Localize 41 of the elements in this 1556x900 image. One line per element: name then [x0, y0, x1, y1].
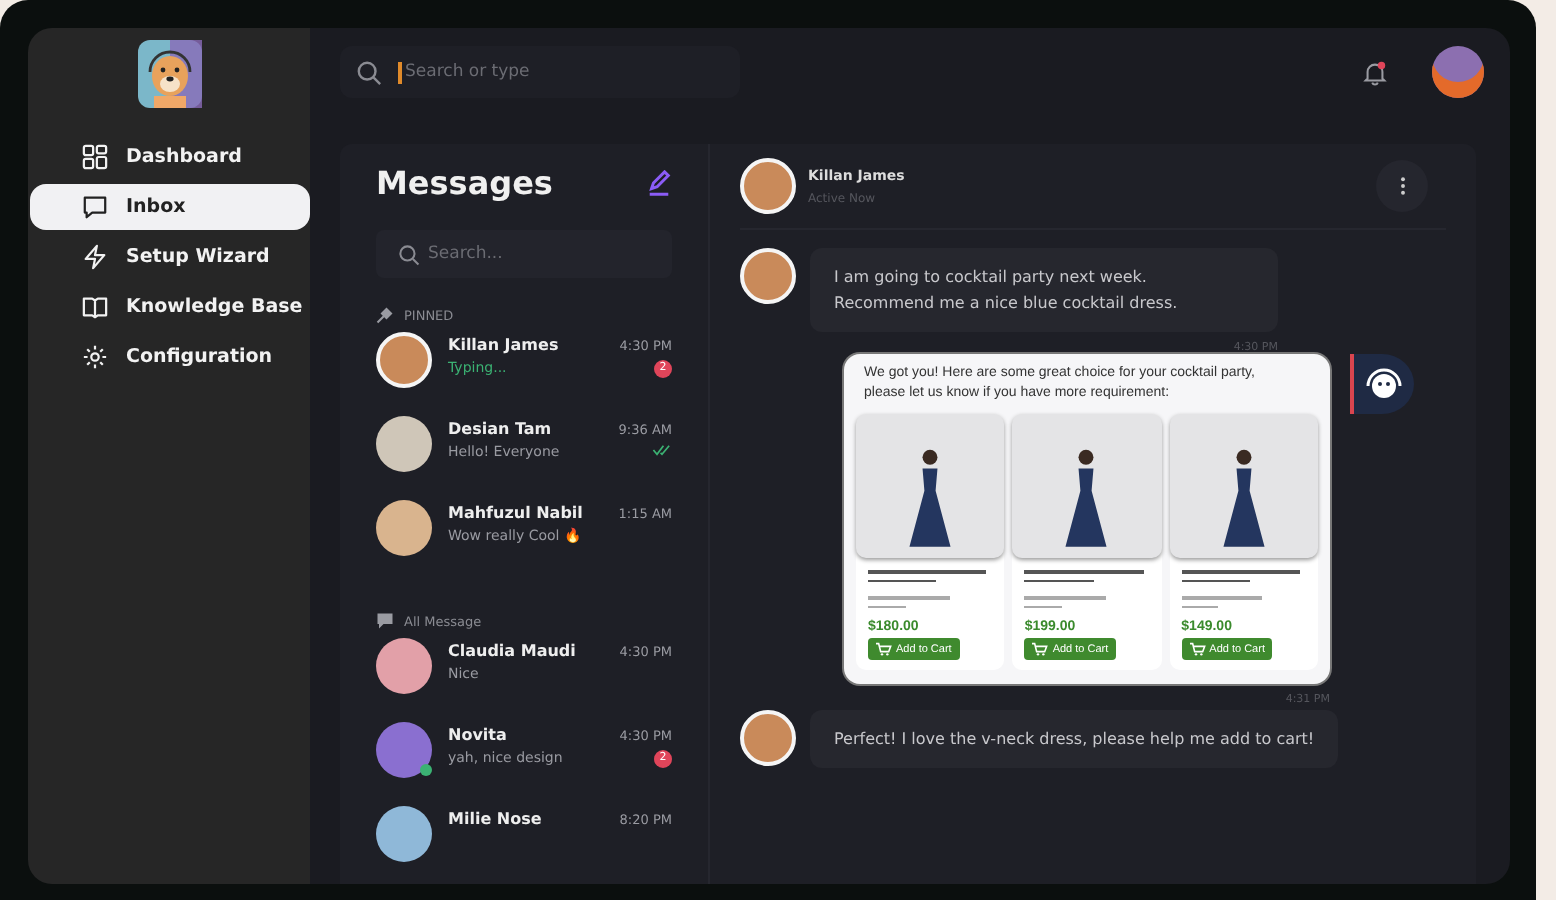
contact-name: Killan James — [448, 336, 561, 354]
dog-logo-icon — [137, 40, 201, 108]
vertical-dots-icon — [1399, 176, 1405, 196]
message-text: Recommend me a nice blue cocktail dress. — [834, 292, 1180, 316]
chat-bubble-icon — [376, 612, 394, 630]
cart-icon — [1189, 642, 1206, 656]
gear-icon — [82, 344, 108, 370]
panel-title: Messages — [376, 164, 553, 202]
nav-item[interactable]: Inbox — [30, 184, 310, 230]
nav-item[interactable]: Dashboard — [30, 134, 310, 180]
cart-icon — [876, 642, 892, 656]
contact-name: Claudia Maudi — [448, 642, 578, 660]
nav-item[interactable]: Configuration — [30, 334, 310, 380]
search-field[interactable]: Search... — [376, 230, 672, 278]
dog-headset-icon — [1364, 364, 1404, 404]
lightning-icon — [82, 244, 108, 270]
user-avatar[interactable] — [1432, 46, 1484, 98]
contact-name: Novita — [448, 726, 509, 744]
pen-icon[interactable] — [646, 170, 672, 196]
text-placeholder-lines — [1181, 570, 1306, 608]
grid-icon — [82, 144, 108, 170]
nav-item[interactable]: Setup Wizard — [30, 234, 310, 280]
chat-bubble-icon — [82, 194, 108, 220]
contact-name: Milie Nose — [448, 810, 544, 828]
search-icon — [398, 243, 420, 265]
book-icon — [82, 294, 108, 320]
contact-name: Desian Tam — [448, 420, 554, 438]
message-text: I am going to cocktail party next week. — [834, 266, 1149, 290]
search-input[interactable]: Search or type — [405, 62, 645, 82]
contact-avatar — [740, 248, 796, 304]
search-field[interactable]: Search or type — [340, 46, 740, 98]
contact-name: Mahfuzul Nabil — [448, 504, 585, 522]
nav-item[interactable]: Knowledge Base — [30, 284, 310, 330]
contact-avatar — [740, 710, 796, 766]
contact-avatar — [740, 158, 796, 214]
message-text: Perfect! I love the v-neck dress, please help me add to cart! — [834, 728, 1315, 752]
search-icon — [356, 59, 382, 85]
cart-icon — [1032, 642, 1049, 656]
pin-icon — [376, 306, 394, 324]
notification-bell-icon[interactable] — [1362, 59, 1388, 85]
search-input[interactable]: Search... — [428, 244, 628, 264]
